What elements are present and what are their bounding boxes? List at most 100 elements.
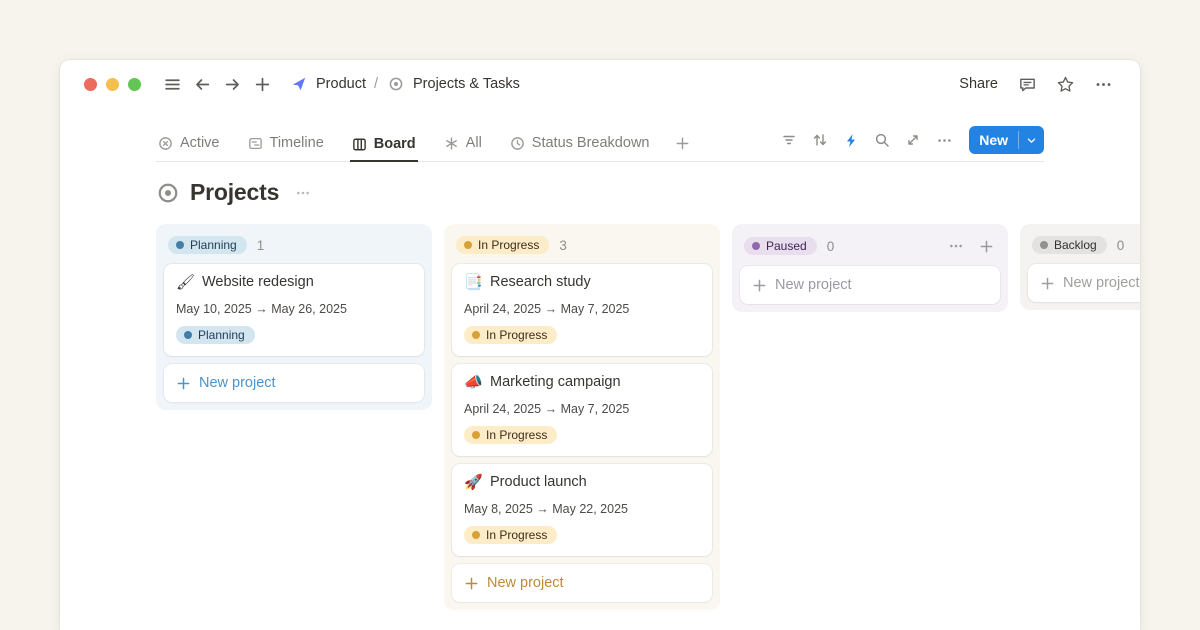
status-dot-icon [472, 531, 480, 539]
board-column-planning: Planning 1 🖌 Website redesign May 10, 20… [156, 224, 432, 410]
column-header: In Progress 3 [452, 232, 712, 264]
new-project-label: New project [199, 375, 276, 391]
status-badge[interactable]: Planning [168, 236, 247, 254]
active-view-icon [158, 136, 173, 151]
new-project-button[interactable]: New project [452, 564, 712, 602]
card-emoji-icon: 📑 [464, 275, 482, 290]
column-header: Backlog 0 [1028, 232, 1140, 264]
view-bar: Active Timeline Board All [156, 126, 1044, 162]
card-title-row: 📣 Marketing campaign [464, 374, 700, 390]
card-title: Marketing campaign [490, 374, 621, 390]
card-emoji-icon: 🚀 [464, 475, 482, 490]
tab-label: Status Breakdown [532, 135, 650, 151]
card-dates: May 10, 2025 → May 26, 2025 [176, 302, 412, 316]
status-dot-icon [184, 331, 192, 339]
new-button-label[interactable]: New [969, 126, 1018, 154]
column-name: Planning [190, 239, 237, 251]
column-header: Planning 1 [164, 232, 424, 264]
plus-icon [1040, 276, 1055, 291]
page-title-row: Projects [156, 179, 1044, 206]
close-window-button[interactable] [84, 78, 97, 91]
status-badge: In Progress [464, 426, 557, 444]
card-title: Research study [490, 274, 591, 290]
column-more-icon[interactable] [946, 236, 966, 256]
status-badge[interactable]: Backlog [1032, 236, 1107, 254]
favorite-icon[interactable] [1052, 71, 1078, 97]
card-dates: May 8, 2025 → May 22, 2025 [464, 502, 700, 516]
column-count: 1 [257, 238, 265, 253]
status-badge[interactable]: In Progress [456, 236, 549, 254]
tab-all[interactable]: All [442, 131, 484, 161]
status-badge: In Progress [464, 326, 557, 344]
app-window: Product / Projects & Tasks Share [60, 60, 1140, 630]
column-add-icon[interactable] [976, 236, 996, 256]
breadcrumb-page[interactable]: Projects & Tasks [413, 76, 520, 92]
project-card[interactable]: 🖌 Website redesign May 10, 2025 → May 26… [164, 264, 424, 356]
view-more-icon[interactable] [933, 129, 955, 151]
tab-label: All [466, 135, 482, 151]
tab-timeline[interactable]: Timeline [246, 131, 326, 161]
card-emoji-icon: 🖌 [176, 275, 194, 290]
all-view-icon [444, 136, 459, 151]
column-name: In Progress [478, 239, 539, 251]
board-column-paused: Paused 0 New project [732, 224, 1008, 312]
filter-icon[interactable] [778, 129, 800, 151]
project-card[interactable]: 📑 Research study April 24, 2025 → May 7,… [452, 264, 712, 356]
card-dates: April 24, 2025 → May 7, 2025 [464, 402, 700, 416]
new-project-button[interactable]: New project [1028, 264, 1140, 302]
clock-icon [510, 136, 525, 151]
tab-status-breakdown[interactable]: Status Breakdown [508, 131, 652, 161]
page-target-icon [386, 74, 406, 94]
card-title-row: 📑 Research study [464, 274, 700, 290]
card-dates: April 24, 2025 → May 7, 2025 [464, 302, 700, 316]
breadcrumb-workspace[interactable]: Product [316, 76, 366, 92]
card-status: In Progress [486, 329, 547, 341]
tab-board[interactable]: Board [350, 132, 418, 162]
board-column-in-progress: In Progress 3 📑 Research study April 24,… [444, 224, 720, 610]
column-name: Paused [766, 240, 807, 252]
project-card[interactable]: 📣 Marketing campaign April 24, 2025 → Ma… [452, 364, 712, 456]
new-project-label: New project [1063, 275, 1140, 291]
new-project-label: New project [775, 277, 852, 293]
card-title-row: 🖌 Website redesign [176, 274, 412, 290]
comments-icon[interactable] [1014, 71, 1040, 97]
new-button[interactable]: New [969, 126, 1044, 154]
window-titlebar: Product / Projects & Tasks Share [60, 60, 1140, 108]
page-title[interactable]: Projects [190, 179, 279, 206]
page-icon[interactable] [156, 181, 180, 205]
tab-label: Board [374, 136, 416, 152]
status-dot-icon [472, 331, 480, 339]
chevron-down-icon[interactable] [1019, 126, 1044, 154]
breadcrumb: Product / Projects & Tasks [289, 74, 520, 94]
column-count: 0 [827, 239, 835, 254]
automation-icon[interactable] [840, 129, 862, 151]
new-page-icon[interactable] [249, 71, 275, 97]
column-count: 3 [559, 238, 567, 253]
new-project-button[interactable]: New project [164, 364, 424, 402]
search-icon[interactable] [871, 129, 893, 151]
sort-icon[interactable] [809, 129, 831, 151]
status-dot-icon [472, 431, 480, 439]
share-button[interactable]: Share [955, 72, 1002, 96]
card-title: Product launch [490, 474, 587, 490]
add-view-icon[interactable] [675, 136, 690, 161]
window-controls [84, 78, 141, 91]
minimize-window-button[interactable] [106, 78, 119, 91]
zoom-window-button[interactable] [128, 78, 141, 91]
timeline-view-icon [248, 136, 263, 151]
forward-icon[interactable] [219, 71, 245, 97]
project-card[interactable]: 🚀 Product launch May 8, 2025 → May 22, 2… [452, 464, 712, 556]
tab-active[interactable]: Active [156, 131, 222, 161]
page-more-icon[interactable] [295, 185, 311, 201]
sidebar-toggle-icon[interactable] [159, 71, 185, 97]
status-badge[interactable]: Paused [744, 237, 817, 255]
more-icon[interactable] [1090, 71, 1116, 97]
view-controls: New [778, 126, 1044, 161]
column-count: 0 [1117, 238, 1125, 253]
plus-icon [176, 376, 191, 391]
plus-icon [752, 278, 767, 293]
card-title: Website redesign [202, 274, 314, 290]
new-project-button[interactable]: New project [740, 266, 1000, 304]
expand-icon[interactable] [902, 129, 924, 151]
back-icon[interactable] [189, 71, 215, 97]
